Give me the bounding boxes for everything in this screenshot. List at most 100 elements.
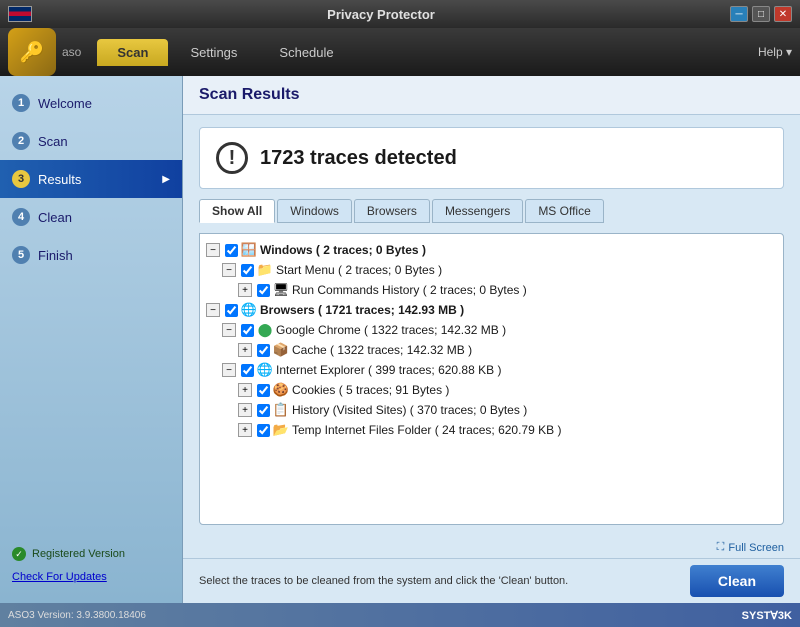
sidebar-bottom: ✓ Registered Version Check For Updates [0,535,182,595]
logo-text: aso [62,45,81,59]
registered-status: ✓ Registered Version [12,547,170,561]
check-temp-files[interactable] [257,424,270,437]
filter-tab-browsers[interactable]: Browsers [354,199,430,223]
cookies-label: Cookies ( 5 traces; 91 Bytes ) [292,383,449,397]
tree-row-run-commands: + 🖥 Run Commands History ( 2 traces; 0 B… [238,280,777,300]
step-4-num: 4 [12,208,30,226]
content-header: Scan Results [183,76,800,115]
tab-settings[interactable]: Settings [170,39,257,66]
tab-schedule[interactable]: Schedule [259,39,353,66]
start-menu-icon: 📁 [257,262,273,278]
expand-browsers[interactable]: − [206,303,220,317]
window-controls: ─ □ ✕ [730,6,792,22]
start-menu-label: Start Menu ( 2 traces; 0 Bytes ) [276,263,442,277]
tree-row-start-menu: − 📁 Start Menu ( 2 traces; 0 Bytes ) [222,260,777,280]
check-cookies[interactable] [257,384,270,397]
sidebar-item-finish[interactable]: 5 Finish [0,236,182,274]
cache-label: Cache ( 1322 traces; 142.32 MB ) [292,343,472,357]
windows-icon: 🪟 [241,242,257,258]
logo-area: 🔑 aso [8,28,81,76]
expand-cookies[interactable]: + [238,383,252,397]
tree-row-history: + 📋 History (Visited Sites) ( 370 traces… [238,400,777,420]
chrome-icon: ⬤ [257,322,273,338]
expand-start-menu[interactable]: − [222,263,236,277]
browsers-label: Browsers ( 1721 traces; 142.93 MB ) [260,303,464,317]
browsers-icon: 🌐 [241,302,257,318]
page-title: Scan Results [199,86,784,104]
content-area: Scan Results ! 1723 traces detected Show… [183,76,800,603]
tree-row-cookies: + 🍪 Cookies ( 5 traces; 91 Bytes ) [238,380,777,400]
clean-button[interactable]: Clean [690,565,784,597]
main-layout: 1 Welcome 2 Scan 3 Results ▶ 4 Clean 5 F… [0,76,800,603]
instruction-text: Select the traces to be cleaned from the… [199,575,690,587]
expand-ie[interactable]: − [222,363,236,377]
step-3-num: 3 [12,170,30,188]
fullscreen-button[interactable]: ⛶ Full Screen [717,541,784,554]
fullscreen-row: ⛶ Full Screen [183,537,800,558]
instruction-bar: Select the traces to be cleaned from the… [183,558,800,603]
check-chrome[interactable] [241,324,254,337]
check-updates-link[interactable]: Check For Updates [12,571,107,583]
version-label: ASO3 Version: 3.9.3800.18406 [8,610,146,621]
filter-tabs: Show All Windows Browsers Messengers MS … [199,199,784,223]
tree-row-windows: − 🪟 Windows ( 2 traces; 0 Bytes ) [206,240,777,260]
cookies-icon: 🍪 [273,382,289,398]
sidebar: 1 Welcome 2 Scan 3 Results ▶ 4 Clean 5 F… [0,76,183,603]
check-cache[interactable] [257,344,270,357]
temp-files-label: Temp Internet Files Folder ( 24 traces; … [292,423,561,437]
registered-icon: ✓ [12,547,26,561]
close-button[interactable]: ✕ [774,6,792,22]
tree-row-cache: + 📦 Cache ( 1322 traces; 142.32 MB ) [238,340,777,360]
detected-count: 1723 traces detected [260,147,457,170]
filter-tab-ms-office[interactable]: MS Office [525,199,603,223]
nav-tabs: Scan Settings Schedule [97,39,758,66]
tree-row-chrome: − ⬤ Google Chrome ( 1322 traces; 142.32 … [222,320,777,340]
tree-row-ie: − 🌐 Internet Explorer ( 399 traces; 620.… [222,360,777,380]
fullscreen-icon: ⛶ [717,541,725,554]
help-menu[interactable]: Help ▾ [758,45,792,59]
expand-cache[interactable]: + [238,343,252,357]
sidebar-item-scan[interactable]: 2 Scan [0,122,182,160]
step-5-num: 5 [12,246,30,264]
check-run-commands[interactable] [257,284,270,297]
step-1-num: 1 [12,94,30,112]
tab-scan[interactable]: Scan [97,39,168,66]
check-start-menu[interactable] [241,264,254,277]
sidebar-item-scan-label: Scan [38,134,68,149]
sidebar-item-welcome-label: Welcome [38,96,92,111]
tree-row-browsers: − 🌐 Browsers ( 1721 traces; 142.93 MB ) [206,300,777,320]
filter-tab-show-all[interactable]: Show All [199,199,275,223]
expand-history[interactable]: + [238,403,252,417]
title-bar: Privacy Protector ─ □ ✕ [0,0,800,28]
sidebar-item-welcome[interactable]: 1 Welcome [0,84,182,122]
flag-icon [8,6,32,22]
brand-label: SYST∀3K [742,609,792,622]
run-commands-icon: 🖥 [273,282,289,298]
history-icon: 📋 [273,402,289,418]
check-history[interactable] [257,404,270,417]
expand-chrome[interactable]: − [222,323,236,337]
sidebar-item-clean[interactable]: 4 Clean [0,198,182,236]
warning-icon: ! [216,142,248,174]
run-commands-label: Run Commands History ( 2 traces; 0 Bytes… [292,283,527,297]
check-browsers[interactable] [225,304,238,317]
maximize-button[interactable]: □ [752,6,770,22]
expand-temp-files[interactable]: + [238,423,252,437]
nav-bar: 🔑 aso Scan Settings Schedule Help ▾ [0,28,800,76]
minimize-button[interactable]: ─ [730,6,748,22]
detected-banner: ! 1723 traces detected [199,127,784,189]
sidebar-item-clean-label: Clean [38,210,72,225]
expand-windows[interactable]: − [206,243,220,257]
logo-icon: 🔑 [8,28,56,76]
filter-tab-windows[interactable]: Windows [277,199,352,223]
cache-icon: 📦 [273,342,289,358]
sidebar-item-results[interactable]: 3 Results ▶ [0,160,182,198]
history-label: History (Visited Sites) ( 370 traces; 0 … [292,403,527,417]
ie-label: Internet Explorer ( 399 traces; 620.88 K… [276,363,501,377]
check-windows[interactable] [225,244,238,257]
tree-area: − 🪟 Windows ( 2 traces; 0 Bytes ) − 📁 St… [199,233,784,525]
filter-tab-messengers[interactable]: Messengers [432,199,523,223]
expand-run-commands[interactable]: + [238,283,252,297]
windows-label: Windows ( 2 traces; 0 Bytes ) [260,243,426,257]
check-ie[interactable] [241,364,254,377]
